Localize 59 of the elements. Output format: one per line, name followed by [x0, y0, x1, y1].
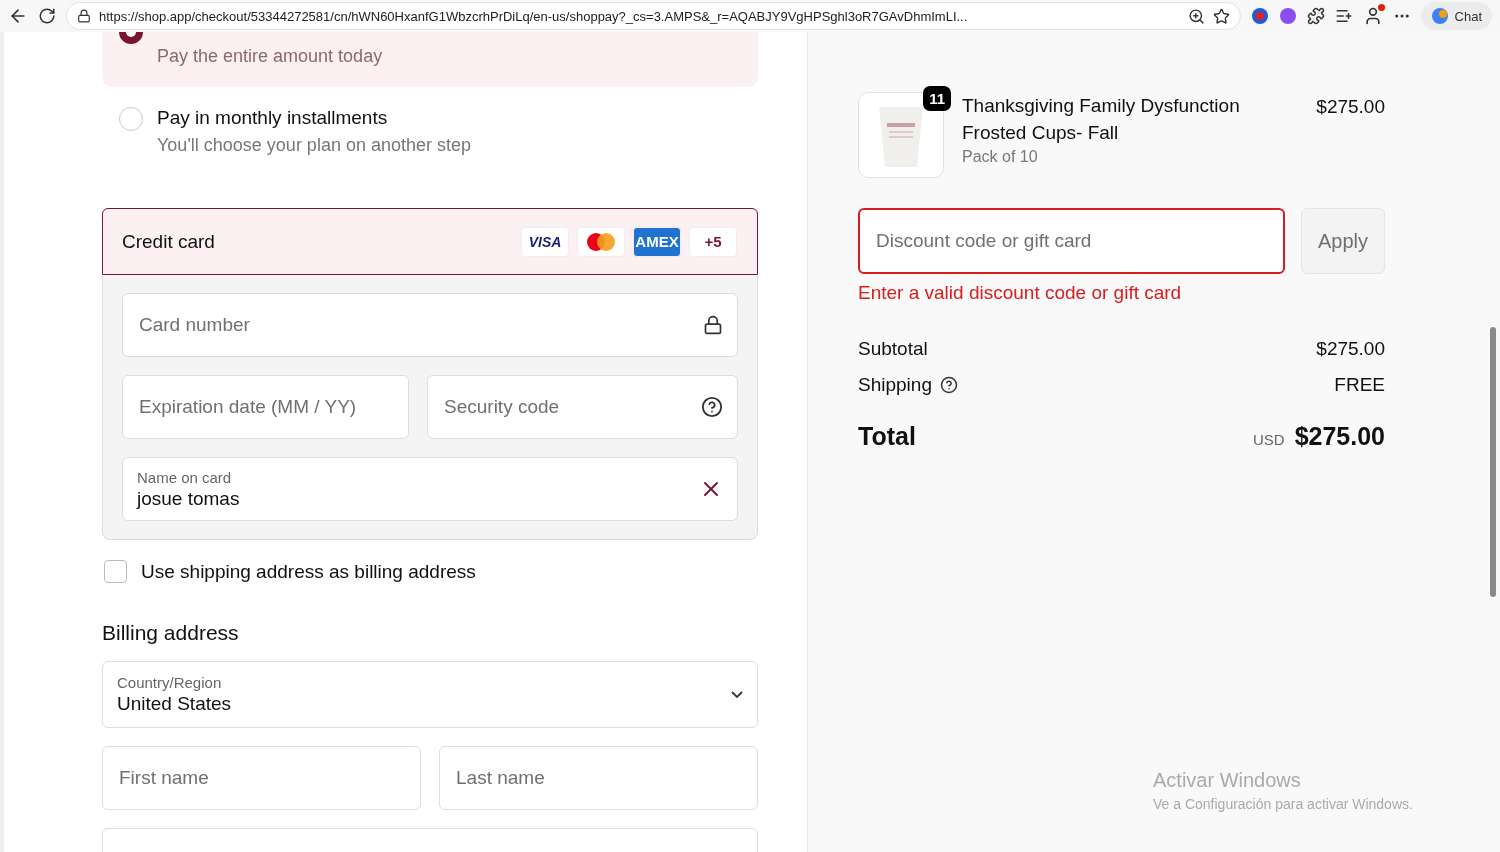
field-value: United States: [117, 693, 233, 715]
quantity-badge: 11: [923, 86, 951, 111]
card-brand: +5: [689, 226, 737, 257]
lock-icon: [77, 9, 91, 23]
extension-icon[interactable]: [1278, 7, 1297, 25]
payment-option[interactable]: Pay the entire amount today: [102, 32, 758, 87]
credit-card-title: Credit card: [122, 230, 215, 253]
apply-button[interactable]: Apply: [1301, 208, 1385, 274]
mastercard-icon: [577, 226, 625, 257]
field-label: Country/Region: [117, 674, 223, 691]
zoom-icon[interactable]: [1187, 7, 1205, 25]
card-field[interactable]: Name on card josue tomas: [122, 457, 738, 521]
activation-title: Activar Windows: [1153, 769, 1302, 792]
currency-code: USD: [1252, 431, 1285, 448]
card-brand: AMEX: [633, 226, 681, 257]
card-input[interactable]: Security code: [442, 395, 691, 419]
chevron-down-icon: [731, 690, 743, 699]
star-icon[interactable]: [1212, 7, 1230, 25]
checkbox[interactable]: [104, 560, 127, 583]
checkbox-label: Use shipping address as billing address: [141, 560, 476, 583]
first-name-field[interactable]: First name: [102, 746, 421, 810]
option-title: Pay in monthly installments: [157, 107, 389, 129]
total-value: $275.00: [1294, 422, 1385, 451]
product-name: Thanksgiving Family Dysfunction Frosted Cups- Fall: [962, 94, 1241, 145]
subtotal-label: Subtotal: [858, 338, 928, 360]
lock-icon: [703, 315, 723, 335]
discount-input[interactable]: Discount code or gift card: [874, 229, 1269, 253]
total-label: Total: [858, 422, 916, 451]
puzzle-icon[interactable]: [1306, 7, 1325, 25]
shipping-value: FREE: [1334, 374, 1385, 396]
country-select[interactable]: Country/Region United States: [102, 661, 758, 728]
address-bar[interactable]: https://shop.app/checkout/53344272581/cn/hWN60HxanfG1WbzcrhPrDiLq/en-us/shoppay?_cs=3.AMPS&_r=AQABJY9VgHPSghl3oR7GAvDhmImLI...: [66, 2, 1241, 30]
last-name-input[interactable]: Last name: [454, 766, 743, 790]
reload-icon[interactable]: [38, 7, 56, 25]
discount-field[interactable]: Discount code or gift card: [858, 208, 1285, 274]
card-field[interactable]: Expiration date (MM / YY): [122, 375, 409, 439]
chat-button[interactable]: Chat: [1420, 2, 1492, 30]
scrollbar-thumb[interactable]: [1489, 327, 1496, 597]
product-variant: Pack of 10: [962, 148, 1039, 166]
card-input[interactable]: Expiration date (MM / YY): [137, 395, 394, 419]
help-icon[interactable]: [701, 396, 723, 418]
option-subtitle: Pay the entire amount today: [157, 46, 383, 67]
activation-text: Ve a Configuración para activar Windows.: [1153, 796, 1413, 812]
product-price: $275.00: [1316, 96, 1385, 119]
card-field[interactable]: Security code: [427, 375, 738, 439]
last-name-field[interactable]: Last name: [439, 746, 758, 810]
shipping-label: Shipping: [858, 374, 932, 396]
favorites-icon[interactable]: [1334, 7, 1353, 25]
first-name-input[interactable]: First name: [117, 766, 406, 790]
field-value: josue tomas: [137, 487, 241, 510]
option-subtitle: You'll choose your plan on another step: [157, 135, 471, 156]
card-brand: VISA: [521, 226, 569, 257]
subtotal-value: $275.00: [1316, 338, 1385, 360]
help-icon[interactable]: [939, 376, 958, 394]
section-title: Billing address: [102, 621, 240, 645]
card-field[interactable]: Card number: [122, 293, 738, 357]
card-input[interactable]: Card number: [137, 313, 693, 337]
field-label: Name on card: [137, 468, 233, 486]
error-message: Enter a valid discount code or gift card: [858, 282, 1183, 304]
